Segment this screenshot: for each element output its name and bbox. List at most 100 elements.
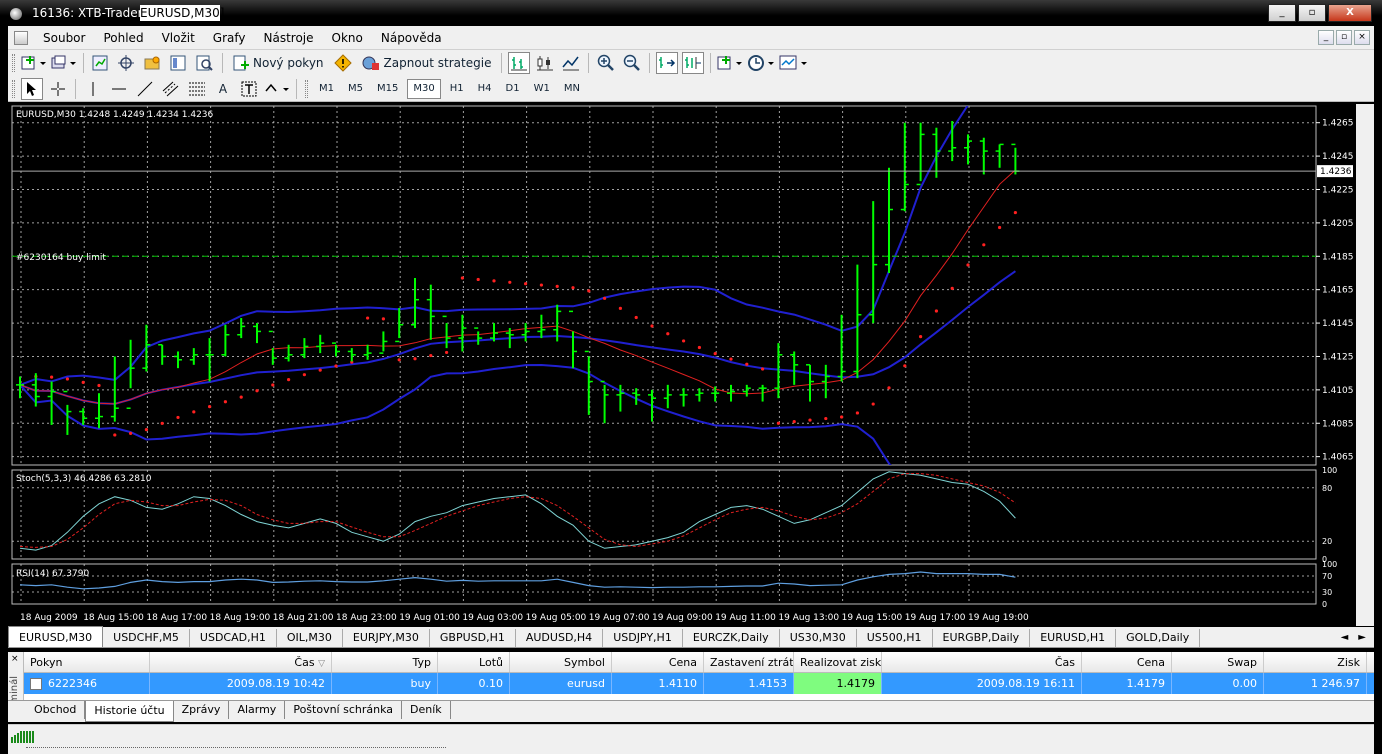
tab-historie-uctu[interactable]: Historie účtu: [85, 701, 174, 722]
new-order-button[interactable]: Nový pokyn: [229, 52, 328, 74]
column-header-close-time[interactable]: Čas: [882, 652, 1082, 672]
indicators-button[interactable]: [717, 52, 743, 74]
vertical-line-button[interactable]: [82, 78, 104, 100]
toggle-strategies-button[interactable]: Zapnout strategie: [358, 52, 496, 74]
navigator-button[interactable]: [142, 52, 164, 74]
data-window-button[interactable]: [116, 52, 138, 74]
column-header-open-price[interactable]: Cena: [612, 652, 704, 672]
menu-pohled[interactable]: Pohled: [94, 31, 152, 45]
menu-soubor[interactable]: Soubor: [34, 31, 94, 45]
arrows-button[interactable]: [264, 78, 290, 100]
toolbar-grip[interactable]: [305, 79, 308, 98]
candlestick-chart-button[interactable]: [534, 52, 556, 74]
trendline-button[interactable]: [134, 78, 156, 100]
ohlc-bar: [885, 167, 893, 273]
expert-advisor-icon: [362, 56, 379, 70]
auto-scroll-icon: [659, 57, 676, 68]
column-header-close-price[interactable]: Cena: [1082, 652, 1172, 672]
chart-tab-usdjpy-h1[interactable]: USDJPY,H1: [603, 629, 683, 647]
horizontal-line-button[interactable]: [108, 78, 130, 100]
chart-tab-usdcad-h1[interactable]: USDCAD,H1: [190, 629, 277, 647]
menu-okno[interactable]: Okno: [323, 31, 372, 45]
new-order-label: Nový pokyn: [253, 56, 324, 70]
timeframe-h4[interactable]: H4: [473, 79, 497, 99]
templates-button[interactable]: [779, 52, 809, 74]
chart-tab-eurgbp-daily[interactable]: EURGBP,Daily: [933, 629, 1031, 647]
tab-zpravy[interactable]: Zprávy: [174, 701, 230, 719]
column-header-stop-loss[interactable]: Zastavení ztrát: [704, 652, 794, 672]
chart-canvas[interactable]: 1.4265 1.4245 1.4225 1.4205 1.4185 1.4165 1.41…: [10, 104, 1356, 626]
chart-tab-eurczk-daily[interactable]: EURCZK,Daily: [683, 629, 780, 647]
line-chart-button[interactable]: [560, 52, 582, 74]
crosshair-button[interactable]: [47, 78, 69, 100]
column-header-take-profit[interactable]: Realizovat zisk: [794, 652, 882, 672]
chart-minimize-button[interactable]: _: [1318, 30, 1334, 45]
chart-tab-eurusd-m30[interactable]: EURUSD,M30: [8, 626, 104, 647]
column-header-profit[interactable]: Zisk: [1264, 652, 1367, 672]
zoom-out-button[interactable]: [621, 52, 643, 74]
chart-shift-button[interactable]: [682, 52, 705, 74]
timeframe-m1[interactable]: M1: [314, 79, 339, 99]
chart-tab-eurusd-h1[interactable]: EURUSD,H1: [1030, 629, 1117, 647]
timeframe-d1[interactable]: D1: [501, 79, 525, 99]
chart-close-button[interactable]: ×: [1354, 30, 1370, 45]
table-row[interactable]: 6222346 2009.08.19 10:42 buy 0.10 eurusd…: [24, 673, 1374, 694]
chart-restore-button[interactable]: ▫: [1336, 30, 1352, 45]
menu-grafy[interactable]: Grafy: [204, 31, 255, 45]
column-header-lots[interactable]: Lotů: [438, 652, 510, 672]
timeframe-m5[interactable]: M5: [343, 79, 368, 99]
close-button[interactable]: X: [1328, 4, 1372, 22]
auto-scroll-button[interactable]: [656, 52, 679, 74]
column-header-type[interactable]: Typ: [332, 652, 438, 672]
chart-tab-us500-h1[interactable]: US500,H1: [857, 629, 933, 647]
new-chart-button[interactable]: [21, 52, 47, 74]
cursor-button[interactable]: [21, 77, 43, 100]
price-chart[interactable]: 1.4265 1.4245 1.4225 1.4205 1.4185 1.4165 1.41…: [10, 104, 1356, 626]
market-watch-button[interactable]: [90, 52, 112, 74]
tab-scroll-left-icon[interactable]: ◄: [1341, 629, 1349, 647]
chart-window-icon[interactable]: [14, 30, 28, 45]
maximize-button[interactable]: ▫: [1298, 4, 1326, 22]
column-header-symbol[interactable]: Symbol: [510, 652, 612, 672]
chart-tab-oil-m30[interactable]: OIL,M30: [277, 629, 343, 647]
profiles-button[interactable]: [51, 52, 77, 74]
tab-scroll-right-icon[interactable]: ►: [1358, 629, 1366, 647]
terminal-close-icon[interactable]: ×: [11, 654, 19, 664]
zoom-in-button[interactable]: [595, 52, 617, 74]
timeframe-h1[interactable]: H1: [445, 79, 469, 99]
toolbar-grip[interactable]: [12, 54, 15, 72]
ohlc-bar: [1011, 143, 1020, 175]
parabolic-sar-dot: [903, 364, 907, 368]
text-label-button[interactable]: [238, 78, 260, 100]
column-header-open-time[interactable]: Čas ▽: [150, 652, 332, 672]
chart-tab-eurjpy-m30[interactable]: EURJPY,M30: [343, 629, 430, 647]
menu-nastroje[interactable]: Nástroje: [255, 31, 323, 45]
timeframe-mn[interactable]: MN: [559, 79, 585, 99]
bar-chart-button[interactable]: [508, 52, 531, 74]
chart-tab-gold-daily[interactable]: GOLD,Daily: [1116, 629, 1201, 647]
minimize-button[interactable]: _: [1268, 4, 1296, 22]
chart-tab-us30-m30[interactable]: US30,M30: [780, 629, 857, 647]
tab-alarmy[interactable]: Alarmy: [229, 701, 286, 719]
tab-postovni-schranka[interactable]: Poštovní schránka: [285, 701, 403, 719]
timeframe-m15[interactable]: M15: [372, 79, 403, 99]
periods-button[interactable]: [747, 52, 775, 74]
column-header-ticket[interactable]: Pokyn: [24, 652, 150, 672]
chart-tab-usdchf-m5[interactable]: USDCHF,M5: [103, 629, 190, 647]
timeframe-w1[interactable]: W1: [529, 79, 555, 99]
tab-denik[interactable]: Deník: [402, 701, 451, 719]
strategy-tester-button[interactable]: [194, 52, 216, 74]
terminal-button[interactable]: [168, 52, 190, 74]
tab-obchod[interactable]: Obchod: [26, 701, 86, 719]
toolbar-grip[interactable]: [12, 79, 15, 98]
column-header-swap[interactable]: Swap: [1172, 652, 1264, 672]
menu-vlozit[interactable]: Vložit: [153, 31, 204, 45]
timeframe-m30[interactable]: M30: [407, 78, 441, 99]
equidistant-channel-button[interactable]: [160, 78, 182, 100]
text-button[interactable]: A: [212, 78, 234, 100]
alert-button[interactable]: [332, 52, 354, 74]
fibonacci-button[interactable]: [186, 78, 208, 100]
chart-tab-audusd-h4[interactable]: AUDUSD,H4: [516, 629, 604, 647]
chart-tab-gbpusd-h1[interactable]: GBPUSD,H1: [430, 629, 516, 647]
menu-napoveda[interactable]: Nápověda: [372, 31, 451, 45]
